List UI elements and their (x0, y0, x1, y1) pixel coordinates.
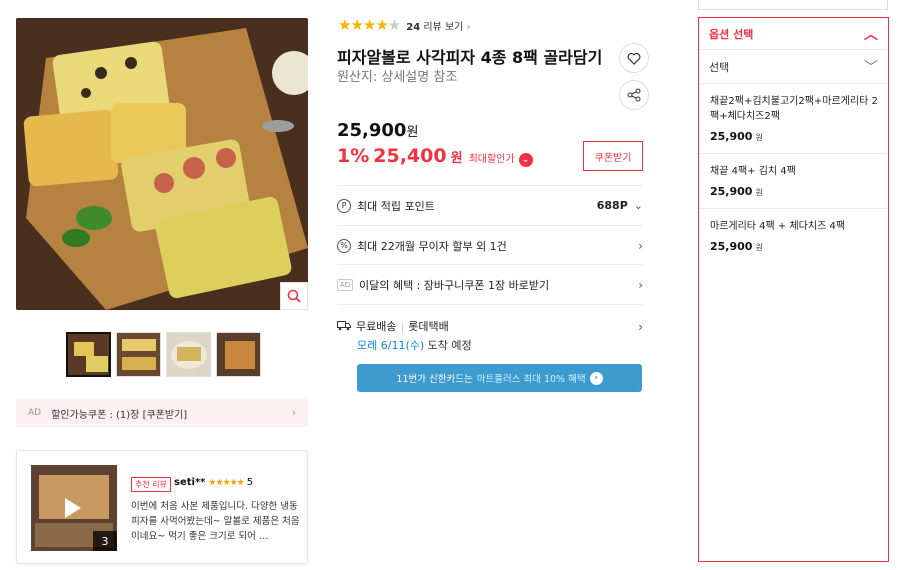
point-icon: P (337, 198, 351, 213)
review-count: 24 (406, 21, 421, 33)
thumbnail-4[interactable] (216, 332, 261, 377)
ad-label: AD (28, 408, 42, 418)
shipping-date-highlight: 모레 6/11(수) (357, 339, 425, 352)
review-text: 이번에 처음 사본 제품입니다. 다양한 냉동피자를 사먹어봤는데~ 알볼로 제… (131, 501, 300, 542)
heart-icon (627, 52, 641, 65)
coupon-button[interactable]: 쿠폰받기 (583, 141, 643, 171)
review-video-thumbnail[interactable]: 3 (31, 465, 117, 551)
thumbnail-image (217, 333, 260, 376)
option-price: 25,900 원 (710, 130, 878, 143)
chevron-down-icon[interactable]: ⌄ (518, 153, 533, 167)
review-score: 5 (246, 477, 254, 488)
price-unit: 원 (406, 125, 419, 140)
thumbnail-strip (66, 332, 261, 377)
discount-rate: 1% (337, 145, 370, 167)
divider: | (400, 321, 405, 334)
chevron-down-icon: ﹀ (864, 59, 878, 76)
option-price-unit: 원 (755, 133, 763, 142)
thumbnail-2[interactable] (116, 332, 161, 377)
product-origin: 원산지: 상세설명 참조 (337, 70, 458, 85)
option-price-unit: 원 (755, 188, 763, 197)
zoom-icon (287, 289, 301, 303)
chevron-up-icon: ︿ (864, 26, 878, 43)
chevron-right-icon: › (466, 21, 471, 33)
option-price-value: 25,900 (710, 130, 753, 143)
option-name: 마르게리타 4팩 + 체다치즈 4팩 (710, 221, 846, 232)
option-select[interactable]: 선택 ﹀ (699, 50, 888, 84)
benefit-row[interactable]: AD 이달의 혜택 : 장바구니쿠폰 1장 바로받기 › (337, 264, 643, 304)
chevron-right-icon: › (638, 277, 643, 292)
chevron-right-icon: › (638, 238, 643, 253)
thumbnail-image (117, 333, 160, 376)
shipping-row[interactable]: 무료배송 | 롯데택배 › (337, 304, 643, 334)
product-main-image[interactable] (16, 18, 308, 310)
sale-unit: 원 (450, 151, 463, 166)
option-panel: 옵션 선택 ︿ 선택 ﹀ 채끝2팩+김치불고기2팩+마르게리타 2팩+체다치즈2… (698, 17, 889, 562)
points-value: 688P (596, 199, 628, 212)
option-name: 채끝2팩+김치불고기2팩+마르게리타 2팩+체다치즈2팩 (710, 96, 878, 122)
installment-label: 최대 22개월 무이자 할부 외 1건 (357, 239, 507, 253)
option-item[interactable]: 채끝2팩+김치불고기2팩+마르게리타 2팩+체다치즈2팩 25,900 원 (699, 84, 888, 154)
option-price: 25,900 원 (710, 240, 878, 253)
option-price-value: 25,900 (710, 185, 753, 198)
sale-price: 25,400 (373, 145, 447, 167)
option-header[interactable]: 옵션 선택 ︿ (699, 18, 888, 50)
chevron-right-icon: › (638, 320, 643, 334)
option-item[interactable]: 채끝 4팩+ 김치 4팩 25,900 원 (699, 154, 888, 209)
top-box (698, 0, 888, 10)
chevron-right-icon: › (589, 371, 603, 385)
thumbnail-image (68, 334, 109, 375)
benefit-label: 이달의 혜택 : 장바구니쿠폰 1장 바로받기 (359, 278, 550, 292)
installment-row[interactable]: % 최대 22개월 무이자 할부 외 1건 › (337, 225, 643, 265)
review-link[interactable]: 24 리뷰 보기 › (406, 18, 470, 33)
option-price-value: 25,900 (710, 240, 753, 253)
shipping-date-rest: 도착 예정 (427, 339, 472, 352)
rating-row: ★★★★★ 24 리뷰 보기 › (338, 16, 471, 34)
shipping-date: 모레 6/11(수) 도착 예정 (357, 337, 472, 353)
thumbnail-1[interactable] (66, 332, 111, 377)
review-stars: ★★★★★ (208, 477, 244, 488)
points-label: 최대 적립 포인트 (357, 199, 435, 213)
shipping-carrier: 롯데택배 (408, 320, 449, 333)
chevron-down-icon: ⌄ (633, 199, 643, 212)
shipping-free: 무료배송 (356, 320, 397, 333)
option-select-label: 선택 (709, 60, 730, 74)
wishlist-button[interactable] (619, 43, 649, 73)
card-icon: % (337, 238, 351, 253)
original-price: 25,900원 (337, 120, 418, 141)
sale-price-row: 1% 25,400 원 최대할인가 ⌄ (337, 145, 533, 167)
product-title: 피자알볼로 사각피자 4종 8팩 골라담기 (337, 48, 603, 67)
option-header-label: 옵션 선택 (709, 27, 754, 41)
option-item[interactable]: 마르게리타 4팩 + 체다치즈 4팩 25,900 원 (699, 209, 888, 263)
share-icon (627, 88, 641, 102)
play-icon (65, 498, 81, 518)
thumbnail-3[interactable] (166, 332, 211, 377)
max-discount-label: 최대할인가 (468, 154, 515, 165)
share-button[interactable] (619, 80, 649, 110)
option-name: 채끝 4팩+ 김치 4팩 (710, 166, 796, 177)
chevron-right-icon: › (292, 407, 296, 419)
review-card[interactable]: 3 추천 리뷰 seti** ★★★★★ 5 이번에 처음 사본 제품입니다. … (16, 450, 308, 564)
price-value: 25,900 (337, 120, 407, 141)
review-username: seti** (174, 477, 206, 488)
coupon-bar-text: 할인가능쿠폰 : (1)장 [쿠폰받기] (51, 409, 188, 421)
pizza-photo (16, 18, 308, 310)
card-promo-banner[interactable]: 11번가 신한카드는 마트플러스 최대 10% 혜택 › (357, 364, 642, 392)
thumbnail-image (167, 333, 210, 376)
zoom-button[interactable] (280, 282, 308, 310)
card-banner-highlight: 마트플러스 최대 10% 혜택 (476, 374, 586, 385)
recommended-review-badge: 추천 리뷰 (131, 477, 171, 492)
review-link-label: 리뷰 보기 (423, 21, 464, 33)
coupon-bar[interactable]: AD 할인가능쿠폰 : (1)장 [쿠폰받기] › (16, 399, 308, 427)
card-banner-text: 11번가 신한카드는 (396, 374, 473, 385)
review-user: seti** ★★★★★ 5 (174, 477, 253, 488)
ad-label: AD (337, 278, 353, 291)
image-count: 3 (93, 531, 117, 551)
option-price: 25,900 원 (710, 185, 878, 198)
rating-stars: ★★★★★ (338, 16, 401, 34)
truck-icon (337, 320, 351, 334)
option-price-unit: 원 (755, 243, 763, 252)
points-row[interactable]: P 최대 적립 포인트 688P ⌄ (337, 185, 643, 225)
